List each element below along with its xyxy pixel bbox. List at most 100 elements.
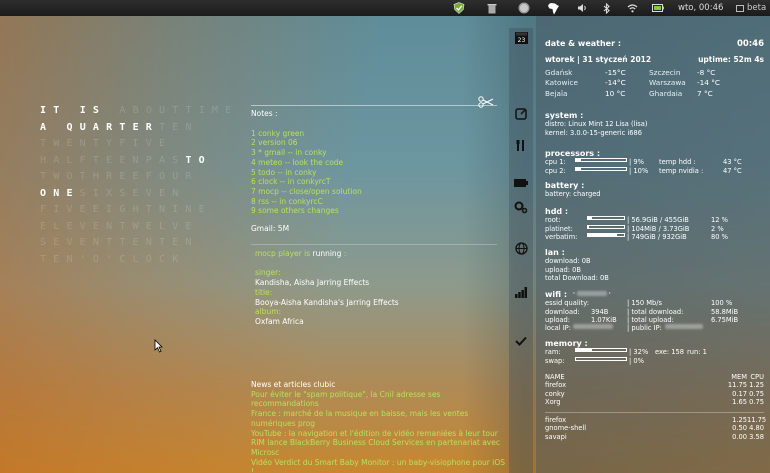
word-clock: IT IS ABOUTTIME A QUARTERTEN TWENTYFIVE HAL… <box>40 103 238 268</box>
note-item: 5 todo -- in conky <box>251 167 317 177</box>
note-item: 7 mocp -- close/open solution <box>251 186 362 196</box>
proc-mem: 1.65 <box>732 397 747 406</box>
disk-row: root: | 56.9GiB / 455GiB 12 % <box>545 216 764 224</box>
wifi-heading: wifi : <box>545 290 568 299</box>
usage-fill <box>588 225 589 228</box>
city-name: Ghardaia <box>649 88 683 98</box>
usage-bar <box>575 166 627 171</box>
proc-mem: 0.00 <box>732 432 747 441</box>
gears-icon[interactable] <box>514 200 528 214</box>
city-row: Bejaïa 10 °C Ghardaia 7 °C <box>545 89 764 100</box>
uptime: uptime: 52m 4s <box>698 55 764 65</box>
singer-value: Kandisha, Aisha Jarring Effects <box>255 278 370 288</box>
mouse-cursor-icon <box>154 339 163 353</box>
clock-word: TEN <box>159 121 199 133</box>
title-value: Booya-Aisha Kandisha's Jarring Effects <box>255 297 399 307</box>
battery-widget: battery : battery: charged <box>545 181 601 199</box>
disk-name: verbatim: <box>545 232 578 241</box>
disk-row: platinet: | 104MiB / 3.73GiB 2 % <box>545 224 764 233</box>
note-item: 1 conky green <box>251 128 305 138</box>
trash-icon[interactable] <box>487 2 497 14</box>
notes-list: 1 conky green 2 version 06 3 * gmail -- in… <box>251 129 497 216</box>
notes-title: Notes : <box>251 109 278 118</box>
temperature: -14°C <box>605 78 626 88</box>
calendar-icon[interactable]: 23 <box>514 30 528 44</box>
disk-row: verbatim: | 749GiB / 932GiB 80 % <box>545 232 764 241</box>
signal-bars-icon[interactable] <box>514 285 528 299</box>
disk-usage: | 56.9GiB / 455GiB <box>627 216 689 225</box>
proc-cpu: 0.75 <box>749 397 764 406</box>
usage-fill <box>588 233 617 236</box>
clock-word <box>106 105 119 116</box>
news-title: News et articles clubic <box>251 380 336 389</box>
bluetooth-icon[interactable] <box>603 2 611 14</box>
city-name: Szczecin <box>649 67 681 77</box>
africa-map-icon[interactable] <box>547 2 560 14</box>
title-label: title: <box>255 287 273 297</box>
process-row: savapi 0.00 3.58 <box>545 433 764 441</box>
clock-line: TEN'O'CLOCK <box>40 252 238 269</box>
system-widget: system : distro: Linux Mint 12 Lisa (lis… <box>545 111 647 137</box>
divider <box>251 105 497 106</box>
temperature: 7 °C <box>697 88 713 98</box>
album-label: album: <box>255 307 282 317</box>
export-icon[interactable] <box>514 107 528 121</box>
proc-name: Xorg <box>545 397 561 406</box>
proc-name: gnome-shell <box>545 424 587 433</box>
clock-line: SEVENTTENTEN <box>40 235 238 252</box>
clock-word: TWOTHREEFOUR <box>40 171 199 182</box>
lan-widget: lan : download: 0B upload: 0B total Down… <box>545 248 609 282</box>
clock-word: SEVENTTENTEN <box>40 237 199 248</box>
temperature: 10 °C <box>605 88 626 98</box>
cpu-name: cpu 2: <box>545 166 566 175</box>
tools-icon[interactable] <box>514 138 528 152</box>
clock-word: ONE <box>40 187 80 199</box>
usage-fill <box>588 217 593 220</box>
note-item: 3 * gmail -- in conky <box>251 148 327 158</box>
record-icon[interactable] <box>518 2 530 14</box>
news-item: France : marché de la musique en baisse,… <box>251 409 469 428</box>
clock-label[interactable]: wto, 00:46 <box>678 2 723 14</box>
process-table: NAME MEM CPU firefox 11.75 1.25 conky 0.17 0.75 X… <box>545 373 766 441</box>
proc-name: savapi <box>545 432 567 441</box>
album-value: Oxfam Africa <box>255 316 304 326</box>
disk-usage: | 104MiB / 3.73GiB <box>627 224 690 233</box>
shield-check-icon[interactable] <box>453 2 465 14</box>
globe-icon[interactable] <box>514 241 528 255</box>
lan-download: download: 0B <box>545 257 591 266</box>
proc-name: firefox <box>545 381 567 390</box>
cpu-name: cpu 1: <box>545 158 566 167</box>
temperature: -14 °C <box>697 78 720 88</box>
battery-icon[interactable] <box>652 2 664 14</box>
disk-pct: 80 % <box>711 232 728 241</box>
usage-fill <box>576 167 581 170</box>
wifi-essid-redacted <box>576 291 607 296</box>
temp-value: 47 °C <box>723 166 742 175</box>
scissors-icon[interactable] <box>478 96 494 108</box>
battery-heading: battery : <box>545 181 585 190</box>
temp-label: temp hdd : <box>659 158 696 167</box>
news-item: RIM lance BlackBerry Business Cloud Serv… <box>251 438 500 457</box>
proc-cpu: 4.80 <box>749 424 764 433</box>
process-row: firefox 11.75 1.25 <box>545 381 764 389</box>
volume-icon[interactable] <box>577 2 588 14</box>
divider <box>251 243 497 245</box>
memory-widget: memory : ram: | 32% exe: 158 run: 1 swap: | … <box>545 339 764 365</box>
user-menu[interactable]: beta <box>736 2 766 14</box>
note-item: 9 some others changes <box>251 206 339 216</box>
wifi-icon[interactable] <box>627 2 638 14</box>
weather-cities: Gdańsk -15°C Szczecin -8 °C Katowice -14°C War… <box>545 68 764 100</box>
checkmark-icon[interactable] <box>514 334 528 348</box>
disk-name: root: <box>545 216 561 225</box>
clock-word: FIVEEIGHTNINE <box>40 204 212 215</box>
clock-line: TWOTHREEFOUR <box>40 169 238 186</box>
cpu-pct: | 10% <box>629 166 649 175</box>
note-item: 4 meteo -- look the code <box>251 157 344 167</box>
user-menu-label: beta <box>747 3 767 13</box>
notes-widget: Notes : 1 conky green 2 version 06 3 * gma… <box>251 105 497 327</box>
cpu-pct: | 9% <box>629 158 644 167</box>
disk-pct: 2 % <box>711 224 724 233</box>
note-item: 2 version 06 <box>251 138 298 148</box>
battery-dock-icon[interactable] <box>514 176 528 190</box>
